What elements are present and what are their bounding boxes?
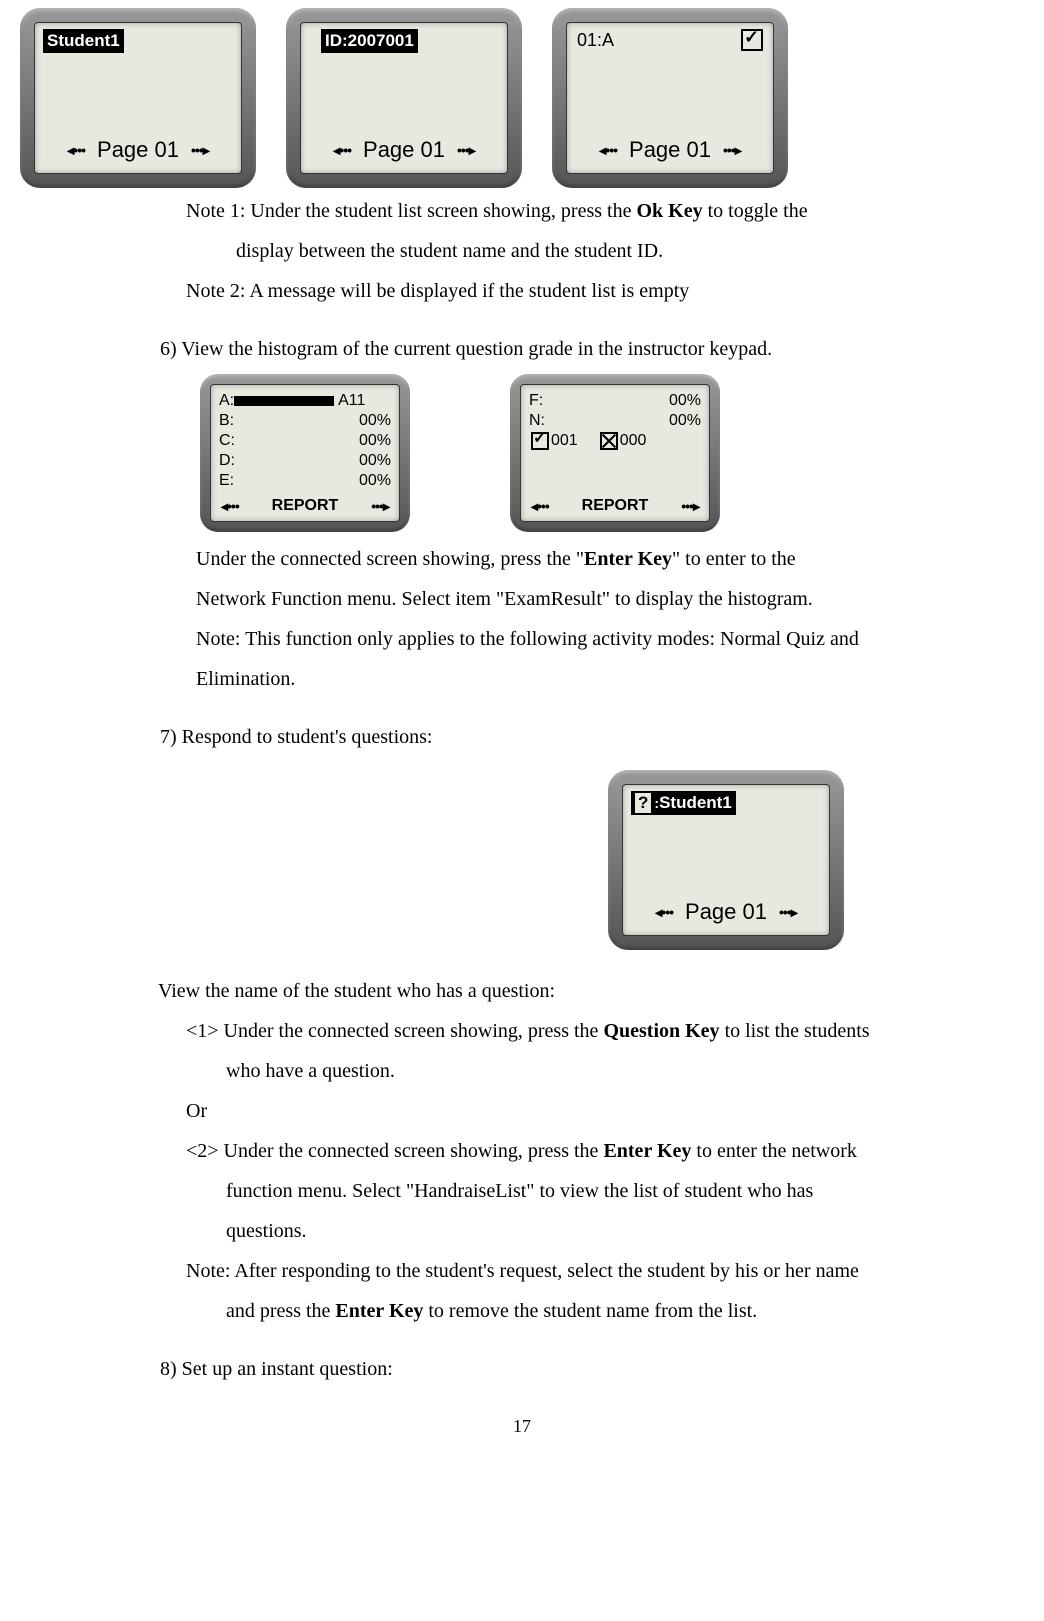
arrow-left-icon: ◂•••	[531, 498, 549, 515]
device-histogram-1: A:A11 B:00% C:00% D:00% E:00% ◂••• REPOR…	[200, 374, 410, 532]
arrow-left-icon: ◂•••	[221, 498, 239, 515]
x-icon	[600, 432, 618, 450]
lcd-title: 01:A	[577, 30, 614, 51]
note-7: Note: After responding to the student's …	[0, 1254, 1044, 1288]
lcd-title: ID:2007001	[321, 29, 418, 53]
note-7b: and press the Enter Key to remove the st…	[0, 1294, 1044, 1328]
substep-1: <1> Under the connected screen showing, …	[0, 1014, 1044, 1048]
checkbox-icon	[741, 29, 763, 51]
arrow-right-icon: •••▸	[457, 142, 475, 159]
lcd-top-row: 01:A	[567, 23, 773, 51]
arrow-left-icon: ◂•••	[655, 904, 673, 921]
device-histogram-2: F:00% N:00% 001 000 ◂••• REPORT •••▸	[510, 374, 720, 532]
note-1-cont: display between the student name and the…	[0, 234, 1044, 268]
device-question: ?:Student1 ◂••• Page 01 •••▸	[608, 770, 844, 950]
substep-1-cont: who have a question.	[0, 1054, 1044, 1088]
note-2: Note 2: A message will be displayed if t…	[0, 274, 1044, 308]
under-connected: Under the connected screen showing, pres…	[0, 542, 1044, 576]
arrow-left-icon: ◂•••	[67, 142, 85, 159]
arrow-left-icon: ◂•••	[333, 142, 351, 159]
arrow-right-icon: •••▸	[723, 142, 741, 159]
view-name: View the name of the student who has a q…	[0, 974, 1044, 1008]
or-label: Or	[0, 1094, 1044, 1128]
substep-2-cont2: questions.	[0, 1214, 1044, 1248]
step-8: 8) Set up an instant question:	[0, 1352, 1044, 1386]
question-mark-icon: ?	[635, 793, 651, 813]
page-label: Page 01	[629, 137, 711, 163]
arrow-right-icon: •••▸	[191, 142, 209, 159]
page-label: Page 01	[363, 137, 445, 163]
lcd-page-nav: ◂••• Page 01 •••▸	[567, 137, 773, 163]
substep-2-cont: function menu. Select "HandraiseList" to…	[0, 1174, 1044, 1208]
lcd-q-title: ?:Student1	[631, 791, 736, 815]
substep-2: <2> Under the connected screen showing, …	[0, 1134, 1044, 1168]
lcd-page-nav: ◂••• Page 01 •••▸	[623, 899, 829, 925]
device-answer: 01:A ◂••• Page 01 •••▸	[552, 8, 788, 188]
arrow-left-icon: ◂•••	[599, 142, 617, 159]
report-label: REPORT	[582, 497, 649, 515]
note-1: Note 1: Under the student list screen sh…	[0, 194, 1044, 228]
device-student-id: ID:2007001 ◂••• Page 01 •••▸	[286, 8, 522, 188]
step-6: 6) View the histogram of the current que…	[0, 332, 1044, 366]
page-number: 17	[0, 1416, 1044, 1437]
lcd-page-nav: ◂••• Page 01 •••▸	[301, 137, 507, 163]
step-7: 7) Respond to student's questions:	[0, 720, 1044, 754]
arrow-right-icon: •••▸	[779, 904, 797, 921]
arrow-right-icon: •••▸	[371, 498, 389, 515]
device-student-name: Student1 ◂••• Page 01 •••▸	[20, 8, 256, 188]
note-function-2: Elimination.	[0, 662, 1044, 696]
lcd-title: Student1	[43, 29, 124, 53]
check-icon	[531, 432, 549, 450]
note-function: Note: This function only applies to the …	[0, 622, 1044, 656]
report-label: REPORT	[272, 497, 339, 515]
lcd-page-nav: ◂••• Page 01 •••▸	[35, 137, 241, 163]
under-connected-2: Network Function menu. Select item "Exam…	[0, 582, 1044, 616]
page-label: Page 01	[97, 137, 179, 163]
histogram-row: A:A11 B:00% C:00% D:00% E:00% ◂••• REPOR…	[0, 374, 1044, 532]
device-screens-row: Student1 ◂••• Page 01 •••▸ ID:2007001 ◂•…	[0, 8, 1044, 188]
page-label: Page 01	[685, 899, 767, 925]
arrow-right-icon: •••▸	[681, 498, 699, 515]
